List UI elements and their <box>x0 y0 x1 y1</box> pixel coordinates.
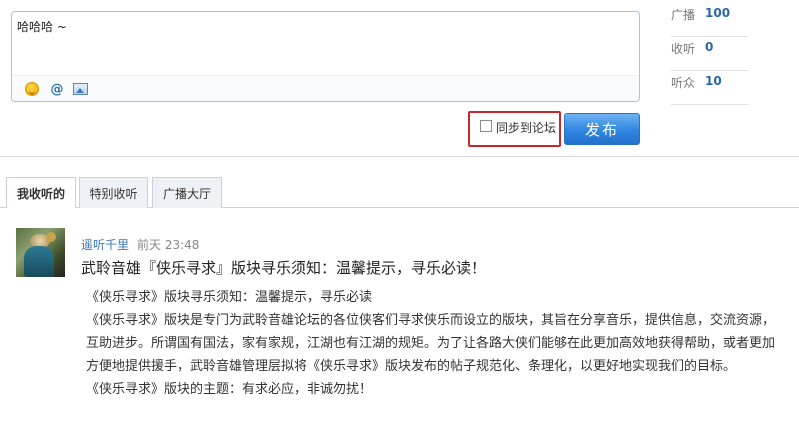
stat-label: 收听 <box>671 42 696 56</box>
stat-label: 听众 <box>671 76 696 90</box>
sync-forum-option[interactable]: 同步到论坛 <box>468 111 561 147</box>
sync-forum-label[interactable]: 同步到论坛 <box>496 119 556 136</box>
tab-special-following[interactable]: 特别收听 <box>79 177 148 208</box>
emoji-icon[interactable] <box>24 81 40 97</box>
tab-following[interactable]: 我收听的 <box>6 177 76 208</box>
weibo-panel: { "compose": { "text": "哈哈哈 ~", "toolbar… <box>0 0 799 432</box>
section-divider <box>0 156 799 157</box>
compose-textarea[interactable]: 哈哈哈 ~ @ <box>11 11 640 102</box>
post-body: 《侠乐寻求》版块寻乐须知：温馨提示，寻乐必读 《侠乐寻求》版块是专门为武聆音雄论… <box>86 286 786 401</box>
avatar[interactable] <box>16 228 65 277</box>
stat-followers[interactable]: 听众 10 <box>671 71 749 105</box>
post-time[interactable]: 前天 23:48 <box>137 236 199 253</box>
compose-text[interactable]: 哈哈哈 ~ <box>17 18 67 35</box>
post-line: 《侠乐寻求》版块是专门为武聆音雄论坛的各位侠客们寻求侠乐而设立的版块，其旨在分享… <box>86 313 776 374</box>
tab-broadcast-hall[interactable]: 广播大厅 <box>152 177 222 208</box>
mention-icon[interactable]: @ <box>49 81 65 97</box>
compose-toolbar: @ <box>12 75 639 101</box>
image-icon[interactable] <box>72 81 88 97</box>
post-line: 《侠乐寻求》版块的主题：有求必应，非诚勿扰！ <box>86 382 373 397</box>
stat-value[interactable]: 0 <box>705 40 713 54</box>
stat-value[interactable]: 10 <box>705 74 722 88</box>
post-line: 《侠乐寻求》版块寻乐须知：温馨提示，寻乐必读 <box>86 290 373 305</box>
stat-following[interactable]: 收听 0 <box>671 37 749 71</box>
post-author[interactable]: 遥听千里 <box>81 236 129 253</box>
stat-value[interactable]: 100 <box>705 6 730 20</box>
stat-label: 广播 <box>671 8 696 22</box>
stat-broadcast[interactable]: 广播 100 <box>671 3 749 37</box>
sync-forum-checkbox[interactable] <box>480 120 492 132</box>
post-title[interactable]: 武聆音雄『侠乐寻求』版块寻乐须知：温馨提示，寻乐必读！ <box>81 257 486 278</box>
publish-button[interactable]: 发布 <box>564 113 640 145</box>
